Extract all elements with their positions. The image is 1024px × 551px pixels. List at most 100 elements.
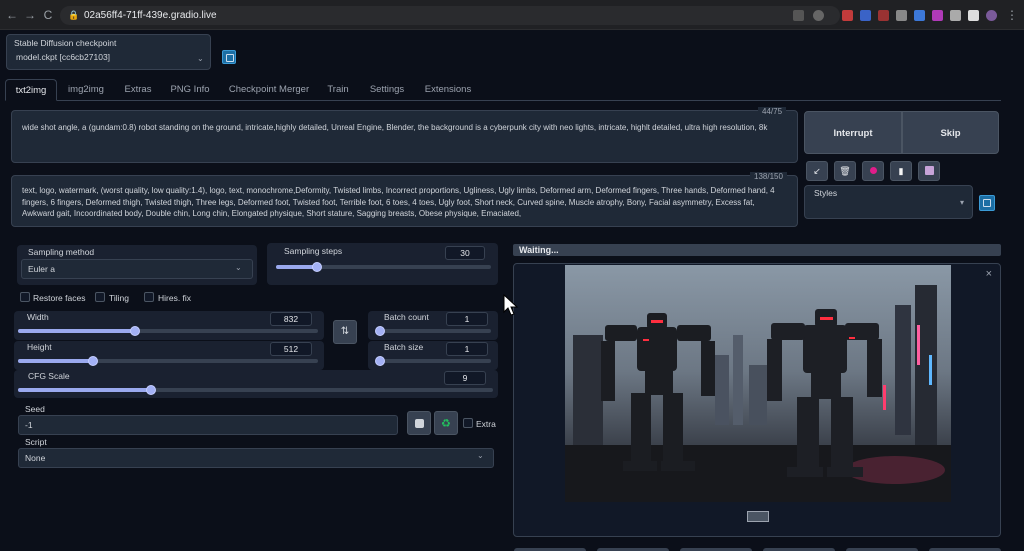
- prompt-input[interactable]: wide shot angle, a (gundam:0.8) robot st…: [16, 119, 793, 157]
- tab-train[interactable]: Train: [321, 79, 355, 101]
- styles-select[interactable]: [808, 199, 969, 216]
- tab-extras[interactable]: Extras: [115, 79, 161, 101]
- interrupt-button[interactable]: Interrupt: [804, 111, 902, 154]
- batch-count-input[interactable]: 1: [446, 312, 488, 326]
- chevron-down-icon: ⌄: [235, 263, 242, 272]
- height-input[interactable]: 512: [270, 342, 312, 356]
- width-slider[interactable]: [18, 326, 318, 336]
- sampling-method-panel: Sampling method Euler a ⌄: [17, 245, 257, 285]
- sampling-method-label: Sampling method: [28, 247, 95, 257]
- script-label: Script: [25, 437, 47, 447]
- extra-seed-label: Extra: [476, 419, 496, 429]
- clipboard-icon[interactable]: ▮: [890, 161, 912, 181]
- height-slider[interactable]: [18, 356, 318, 366]
- batch-size-panel: Batch size 1: [368, 341, 498, 370]
- reuse-seed-button[interactable]: ♻: [434, 411, 458, 435]
- tab-txt2img[interactable]: txt2img: [5, 79, 57, 101]
- styles-panel: Styles ▾: [804, 185, 973, 219]
- checkpoint-value: model.ckpt [cc6cb27103]: [16, 52, 111, 62]
- url-text: 02a56ff4-71ff-439e.gradio.live: [84, 10, 217, 21]
- width-panel: Width 832: [14, 311, 324, 340]
- batch-size-input[interactable]: 1: [446, 342, 488, 356]
- lock-icon: 🔒: [68, 10, 80, 20]
- share-icon[interactable]: [793, 10, 804, 21]
- tab-img2img[interactable]: img2img: [60, 79, 112, 101]
- mouse-cursor: [503, 294, 519, 316]
- forward-icon[interactable]: →: [22, 7, 38, 23]
- star-icon[interactable]: [813, 10, 824, 21]
- tiling-checkbox[interactable]: [95, 292, 105, 302]
- extension-icon[interactable]: [878, 10, 889, 21]
- negative-prompt-box[interactable]: text, logo, watermark, (worst quality, l…: [11, 175, 798, 227]
- script-panel: Script None ⌄: [14, 436, 499, 469]
- height-label: Height: [27, 342, 52, 352]
- width-input[interactable]: 832: [270, 312, 312, 326]
- tab-settings[interactable]: Settings: [363, 79, 411, 101]
- extension-icon[interactable]: [860, 10, 871, 21]
- height-panel: Height 512: [14, 341, 324, 370]
- batch-count-panel: Batch count 1: [368, 311, 498, 340]
- refresh-styles-button[interactable]: [979, 195, 995, 211]
- tab-png-info[interactable]: PNG Info: [165, 79, 215, 101]
- checkpoint-panel: Stable Diffusion checkpoint model.ckpt […: [6, 34, 211, 70]
- hires-fix-label: Hires. fix: [158, 293, 192, 303]
- batch-count-slider[interactable]: [375, 326, 491, 336]
- webui: Stable Diffusion checkpoint model.ckpt […: [0, 30, 1024, 551]
- prompt-box[interactable]: wide shot angle, a (gundam:0.8) robot st…: [11, 110, 798, 163]
- batch-count-label: Batch count: [384, 312, 429, 322]
- cfg-scale-label: CFG Scale: [28, 371, 70, 381]
- extension-icon[interactable]: [932, 10, 943, 21]
- chevron-down-icon: ⌄: [477, 451, 484, 460]
- checkpoint-label: Stable Diffusion checkpoint: [14, 38, 117, 48]
- generated-image[interactable]: [565, 265, 951, 502]
- cfg-scale-input[interactable]: 9: [444, 371, 486, 385]
- sampling-steps-input[interactable]: 30: [445, 246, 485, 260]
- hires-fix-checkbox[interactable]: [144, 292, 154, 302]
- chevron-down-icon: ▾: [960, 198, 965, 207]
- cfg-scale-slider[interactable]: [18, 385, 493, 395]
- reload-icon[interactable]: C: [40, 7, 56, 23]
- close-icon[interactable]: ×: [986, 268, 992, 280]
- skip-button[interactable]: Skip: [902, 111, 999, 154]
- sampling-method-select[interactable]: Euler a: [21, 259, 253, 279]
- menu-icon[interactable]: ⋮: [1004, 7, 1020, 23]
- extra-networks-icon[interactable]: ↙: [806, 161, 828, 181]
- address-bar[interactable]: 🔒 02a56ff4-71ff-439e.gradio.live: [60, 6, 840, 25]
- swap-dimensions-button[interactable]: ⇅: [333, 320, 357, 344]
- back-icon[interactable]: ←: [4, 7, 20, 23]
- styles-label: Styles: [814, 188, 838, 198]
- extension-icon[interactable]: [842, 10, 853, 21]
- negative-prompt-token-counter: 138/150: [750, 172, 787, 181]
- puzzle-icon[interactable]: [950, 10, 961, 21]
- recycle-icon: ♻: [441, 418, 451, 430]
- extra-seed-checkbox[interactable]: [463, 418, 473, 428]
- tab-extensions[interactable]: Extensions: [419, 79, 477, 101]
- seed-input[interactable]: -1: [18, 415, 398, 435]
- extension-icon[interactable]: [914, 10, 925, 21]
- random-seed-button[interactable]: [407, 411, 431, 435]
- width-label: Width: [27, 312, 49, 322]
- style-icon[interactable]: [862, 161, 884, 181]
- cfg-scale-panel: CFG Scale 9: [14, 370, 498, 398]
- browser-toolbar: ← → C 🔒 02a56ff4-71ff-439e.gradio.live ⋮: [0, 0, 1024, 30]
- sampling-steps-slider[interactable]: [276, 262, 491, 272]
- seed-label: Seed: [25, 404, 45, 414]
- dice-icon: [415, 419, 424, 428]
- script-select[interactable]: None: [18, 448, 494, 468]
- sampling-steps-panel: Sampling steps 30: [267, 243, 498, 285]
- chevron-down-icon: ⌄: [197, 54, 204, 63]
- extension-icon[interactable]: [896, 10, 907, 21]
- tab-checkpoint-merger[interactable]: Checkpoint Merger: [223, 79, 315, 101]
- negative-prompt-input[interactable]: text, logo, watermark, (worst quality, l…: [16, 181, 793, 225]
- checkpoint-select[interactable]: model.ckpt [cc6cb27103]: [11, 50, 206, 67]
- sidebar-icon[interactable]: [968, 10, 979, 21]
- refresh-checkpoint-button[interactable]: [222, 50, 236, 64]
- avatar[interactable]: [986, 10, 997, 21]
- gallery-thumbnail[interactable]: [747, 511, 769, 522]
- batch-size-slider[interactable]: [375, 356, 491, 366]
- trash-icon[interactable]: 🗑: [834, 161, 856, 181]
- batch-size-label: Batch size: [384, 342, 424, 352]
- save-style-icon[interactable]: [918, 161, 940, 181]
- progress-status: Waiting...: [519, 245, 559, 255]
- restore-faces-checkbox[interactable]: [20, 292, 30, 302]
